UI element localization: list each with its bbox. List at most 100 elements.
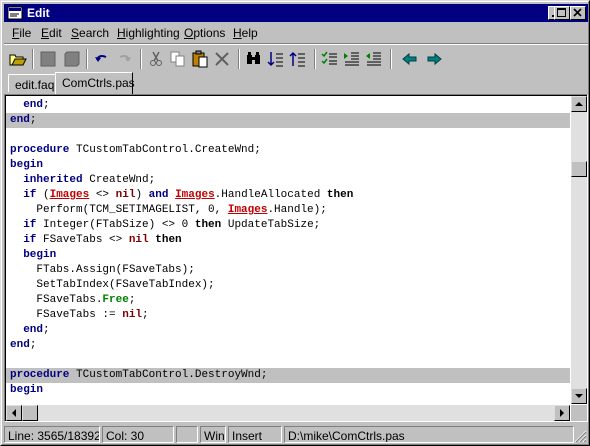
toolbar-separator xyxy=(238,49,240,69)
horizontal-scrollbar[interactable] xyxy=(6,405,570,421)
undo-button[interactable] xyxy=(92,49,112,69)
check-list-button[interactable] xyxy=(320,49,340,69)
undo-icon xyxy=(95,55,107,62)
horizontal-scroll-thumb[interactable] xyxy=(22,405,38,421)
menu-edit[interactable]: Edit xyxy=(41,26,62,40)
code-line[interactable]: SetTabIndex(FSaveTabIndex); xyxy=(6,278,570,293)
status-line: Line: 3565/18392 xyxy=(4,426,100,443)
code-line[interactable]: Perform(TCM_SETIMAGELIST, 0, Images.Hand… xyxy=(6,203,570,218)
file-tabs: edit.faq ComCtrls.pas xyxy=(4,72,588,94)
scroll-up-button[interactable] xyxy=(571,96,587,112)
tab-comctrls-pas[interactable]: ComCtrls.pas xyxy=(55,72,135,94)
arrow-left-icon xyxy=(12,409,16,417)
tab-label: ComCtrls.pas xyxy=(62,76,135,90)
scroll-right-button[interactable] xyxy=(554,405,570,421)
code-line[interactable]: begin xyxy=(6,248,570,263)
code-line[interactable]: begin xyxy=(6,158,570,173)
redo-icon xyxy=(119,55,131,62)
open-icon xyxy=(9,54,27,66)
menu-help[interactable]: Help xyxy=(233,26,258,40)
code-area[interactable]: end; end; procedure TCustomTabControl.Cre… xyxy=(6,98,570,398)
resize-grip-icon[interactable] xyxy=(573,429,587,443)
cut-button[interactable] xyxy=(146,49,166,69)
copy-button[interactable] xyxy=(168,49,188,69)
menu-search[interactable]: Search xyxy=(71,26,109,40)
menu-file[interactable]: File xyxy=(12,26,31,40)
tab-label: edit.faq xyxy=(15,78,55,92)
toolbar-separator xyxy=(86,49,88,69)
save-icon xyxy=(40,51,56,67)
code-line[interactable]: procedure TCustomTabControl.DestroyWnd; xyxy=(6,368,570,383)
sort-ascending-icon xyxy=(267,52,283,67)
code-line[interactable]: FSaveTabs.Free; xyxy=(6,293,570,308)
code-line[interactable]: if (Images <> nil) and Images.HandleAllo… xyxy=(6,188,570,203)
code-line[interactable]: inherited CreateWnd; xyxy=(6,173,570,188)
code-editor[interactable]: end; end; procedure TCustomTabControl.Cre… xyxy=(4,94,588,422)
toolbar-separator xyxy=(140,49,142,69)
status-empty xyxy=(176,426,198,443)
cut-icon xyxy=(150,51,162,66)
previous-button[interactable] xyxy=(400,49,420,69)
sort-descending-button[interactable] xyxy=(288,49,308,69)
paste-icon xyxy=(192,50,208,68)
sort-descending-icon xyxy=(289,51,305,67)
title-bar[interactable]: Edit xyxy=(4,4,588,22)
code-line[interactable] xyxy=(6,128,570,143)
find-button[interactable] xyxy=(244,49,264,69)
code-line[interactable]: begin xyxy=(6,383,570,398)
code-line[interactable]: procedure TCustomTabControl.CreateWnd; xyxy=(6,143,570,158)
outdent-icon xyxy=(366,52,381,66)
indent-icon xyxy=(344,52,359,66)
code-line[interactable]: end; xyxy=(6,323,570,338)
sort-ascending-button[interactable] xyxy=(266,49,286,69)
vertical-scrollbar[interactable] xyxy=(571,96,587,404)
status-insert-mode: Insert xyxy=(228,426,282,443)
code-line[interactable]: FTabs.Assign(FSaveTabs); xyxy=(6,263,570,278)
scroll-left-button[interactable] xyxy=(6,405,22,421)
code-line[interactable]: end; xyxy=(6,338,570,353)
outdent-button[interactable] xyxy=(364,49,384,69)
scrollbar-corner xyxy=(571,405,587,421)
toolbar xyxy=(4,43,588,72)
next-button[interactable] xyxy=(424,49,444,69)
app-icon[interactable] xyxy=(7,5,23,21)
close-button[interactable] xyxy=(570,6,586,20)
next-arrow-icon xyxy=(427,52,442,66)
close-icon xyxy=(573,8,582,17)
toolbar-separator xyxy=(314,49,316,69)
prev-arrow-icon xyxy=(402,52,417,66)
status-column: Col: 30 xyxy=(102,426,174,443)
delete-button[interactable] xyxy=(212,49,232,69)
status-file-path: D:\mike\ComCtrls.pas xyxy=(284,426,574,443)
open-button[interactable] xyxy=(8,49,28,69)
copy-icon xyxy=(170,51,185,67)
code-line[interactable]: if Integer(FTabSize) <> 0 then UpdateTab… xyxy=(6,218,570,233)
redo-button[interactable] xyxy=(114,49,134,69)
scroll-down-button[interactable] xyxy=(571,388,587,404)
delete-icon xyxy=(215,52,229,66)
window-title: Edit xyxy=(27,6,50,20)
arrow-right-icon xyxy=(560,409,564,417)
toolbar-separator xyxy=(390,49,392,69)
menu-options[interactable]: Options xyxy=(184,26,225,40)
tab-edit-faq[interactable]: edit.faq xyxy=(8,74,56,92)
code-line[interactable]: if FSaveTabs <> nil then xyxy=(6,233,570,248)
code-line[interactable] xyxy=(6,353,570,368)
maximize-button[interactable] xyxy=(554,6,570,20)
toolbar-separator xyxy=(32,49,34,69)
check-list-icon xyxy=(321,51,337,65)
editor-window: Edit File Edit Search Highlighting Optio… xyxy=(0,0,590,446)
maximize-icon xyxy=(557,8,566,17)
vertical-scroll-thumb[interactable] xyxy=(571,161,587,178)
code-line[interactable]: end; xyxy=(6,98,570,113)
save-all-button[interactable] xyxy=(62,49,82,69)
save-button[interactable] xyxy=(38,49,58,69)
code-line[interactable]: FSaveTabs := nil; xyxy=(6,308,570,323)
code-line[interactable]: end; xyxy=(6,113,570,128)
menu-highlighting[interactable]: Highlighting xyxy=(117,26,180,40)
indent-button[interactable] xyxy=(342,49,362,69)
menu-bar: File Edit Search Highlighting Options He… xyxy=(4,23,588,42)
find-icon xyxy=(247,52,260,64)
paste-button[interactable] xyxy=(190,49,210,69)
arrow-up-icon xyxy=(575,102,583,106)
